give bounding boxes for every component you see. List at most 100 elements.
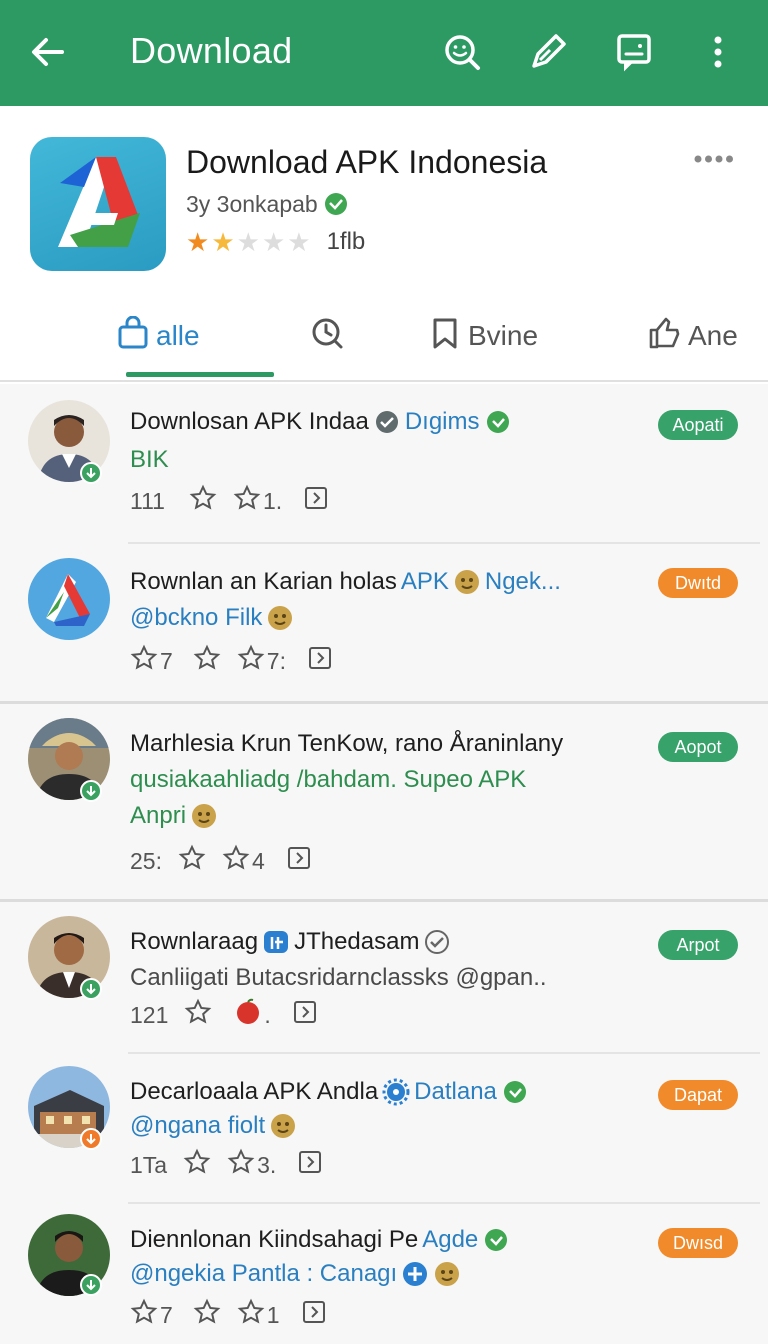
tab-ane[interactable]: Ane — [648, 314, 738, 358]
list-item[interactable]: Diennlonan Kiindsahagi Pe Agde @ngekia P… — [0, 1204, 768, 1344]
star-outline-icon — [237, 1298, 265, 1332]
meta-value: . — [264, 1001, 271, 1028]
star-outline-icon[interactable] — [183, 1148, 211, 1182]
star-outline-icon[interactable] — [184, 998, 212, 1032]
item-title: Diennlonan Kiindsahagi Pe — [130, 1226, 419, 1253]
app-logo-icon — [30, 137, 166, 271]
back-arrow-icon[interactable] — [26, 30, 70, 74]
info-badge-icon — [262, 928, 290, 956]
star-rating-meta: 4 — [222, 844, 265, 878]
star-empty-icon: ★ — [261, 227, 286, 257]
star-outline-icon[interactable] — [178, 844, 206, 878]
bag-icon — [116, 315, 150, 357]
star-outline-icon — [237, 644, 265, 678]
meta-count: 7 — [160, 1301, 173, 1328]
gear-badge-icon — [382, 1078, 410, 1106]
star-outline-icon[interactable] — [193, 1298, 221, 1332]
shield-check-icon — [482, 1226, 510, 1254]
item-meta: 111 1. — [130, 484, 330, 518]
item-publisher: Ngek... — [484, 568, 561, 595]
download-badge-icon — [80, 1128, 102, 1150]
item-title-line: Decarloaala APK Andla Datlana — [130, 1078, 529, 1106]
item-title: Marhlesia Krun TenKow, rano Åraninlany — [130, 730, 564, 757]
item-meta: 7 1 — [130, 1298, 328, 1332]
apple-meta: . — [234, 998, 271, 1032]
meta-value: 7: — [266, 647, 286, 674]
tab-label: Bvine — [468, 320, 539, 351]
meta-value: 1. — [262, 487, 283, 514]
star-rating-meta: 1. — [233, 484, 282, 518]
install-button[interactable]: Dwısd — [658, 1228, 738, 1258]
more-vert-icon[interactable] — [696, 30, 740, 74]
item-subtitle-text: Anpri — [130, 802, 187, 829]
tab-recent[interactable] — [310, 314, 344, 358]
meta-count: 25: — [130, 847, 162, 874]
emoji-face-icon — [433, 1260, 461, 1288]
page-title: Download — [130, 30, 293, 71]
apple-icon — [234, 998, 262, 1032]
verified-check-icon — [423, 928, 451, 956]
item-meta: 25: 4 — [130, 844, 313, 878]
tab-alle[interactable]: alle — [116, 314, 200, 358]
item-subtitle-line: @ngana fiolt — [130, 1112, 297, 1140]
shield-check-icon — [484, 408, 512, 436]
share-box-icon[interactable] — [296, 1148, 324, 1182]
list-item[interactable]: Decarloaala APK Andla Datlana @ngana fio… — [0, 1054, 768, 1204]
share-box-icon[interactable] — [285, 844, 313, 878]
emoji-face-icon — [266, 604, 294, 632]
emoji-face-icon — [269, 1112, 297, 1140]
install-button[interactable]: Aopati — [658, 410, 738, 440]
download-badge-icon — [80, 780, 102, 802]
install-button[interactable]: Arpot — [658, 930, 738, 960]
star-outline-icon — [130, 644, 158, 678]
avatar — [28, 558, 110, 640]
item-subtitle: BIK — [130, 446, 169, 473]
thumbs-up-icon — [648, 316, 682, 357]
item-subtitle-text: qusiakaahliadg /bahdam. Supeo APK — [130, 766, 527, 793]
star-outline-icon[interactable] — [193, 644, 221, 678]
star-outline-icon — [130, 1298, 158, 1332]
item-subtitle-2: Anpri — [130, 802, 218, 830]
share-box-icon[interactable] — [300, 1298, 328, 1332]
pen-icon[interactable] — [526, 30, 570, 74]
item-tag: APK — [400, 568, 449, 595]
share-box-icon[interactable] — [306, 644, 334, 678]
verified-shield-icon — [322, 190, 350, 218]
item-title-line: Rownlaraag JThedasam — [130, 928, 451, 956]
item-subtitle: qusiakaahliadg /bahdam. Supeo APK — [130, 766, 526, 794]
emoji-face-icon — [190, 802, 218, 830]
list-item[interactable]: Rownlan an Karian holas APK Ngek... @bckn… — [0, 544, 768, 704]
item-title: Downlosan APK Indaa — [130, 408, 369, 435]
meta-value: 1 — [266, 1301, 280, 1328]
chat-icon[interactable] — [612, 30, 656, 74]
star-rating-meta: 1 — [237, 1298, 280, 1332]
developer-label: 3y 3onkapab — [186, 190, 318, 217]
star-outline-icon — [227, 1148, 255, 1182]
rating-count: 1flb — [326, 228, 366, 255]
star-outline-icon[interactable] — [189, 484, 217, 518]
download-badge-icon — [80, 1274, 102, 1296]
install-button[interactable]: Dwıtd — [658, 568, 738, 598]
item-publisher: Datlana — [414, 1078, 497, 1105]
shield-check-icon — [501, 1078, 529, 1106]
item-subtitle: @ngekia Pantla : Canagı — [130, 1260, 398, 1287]
list-item[interactable]: Downlosan APK Indaa Dıgims BIK 111 1. Ao… — [0, 384, 768, 544]
verified-check-icon — [373, 408, 401, 436]
tab-label: alle — [156, 320, 200, 351]
meta-count: 121 — [130, 1001, 169, 1028]
share-box-icon[interactable] — [291, 998, 319, 1032]
item-subtitle: @bckno Filk — [130, 604, 263, 631]
item-publisher: Agde — [422, 1226, 479, 1253]
more-horiz-icon[interactable] — [694, 152, 734, 164]
developer-name[interactable]: 3y 3onkapab — [186, 190, 350, 218]
share-box-icon[interactable] — [302, 484, 330, 518]
meta-value: 3. — [257, 1151, 277, 1178]
list-item[interactable]: Rownlaraag JThedasam Canliigati Butacsri… — [0, 902, 768, 1054]
install-button[interactable]: Dapat — [658, 1080, 738, 1110]
install-button[interactable]: Aopot — [658, 732, 738, 762]
item-title: Rownlaraag — [130, 928, 259, 955]
item-subtitle-line: @bckno Filk — [130, 604, 294, 632]
tab-bvine[interactable]: Bvine — [428, 314, 538, 358]
search-face-icon[interactable] — [440, 30, 484, 74]
list-item[interactable]: Marhlesia Krun TenKow, rano Åraninlany q… — [0, 704, 768, 902]
